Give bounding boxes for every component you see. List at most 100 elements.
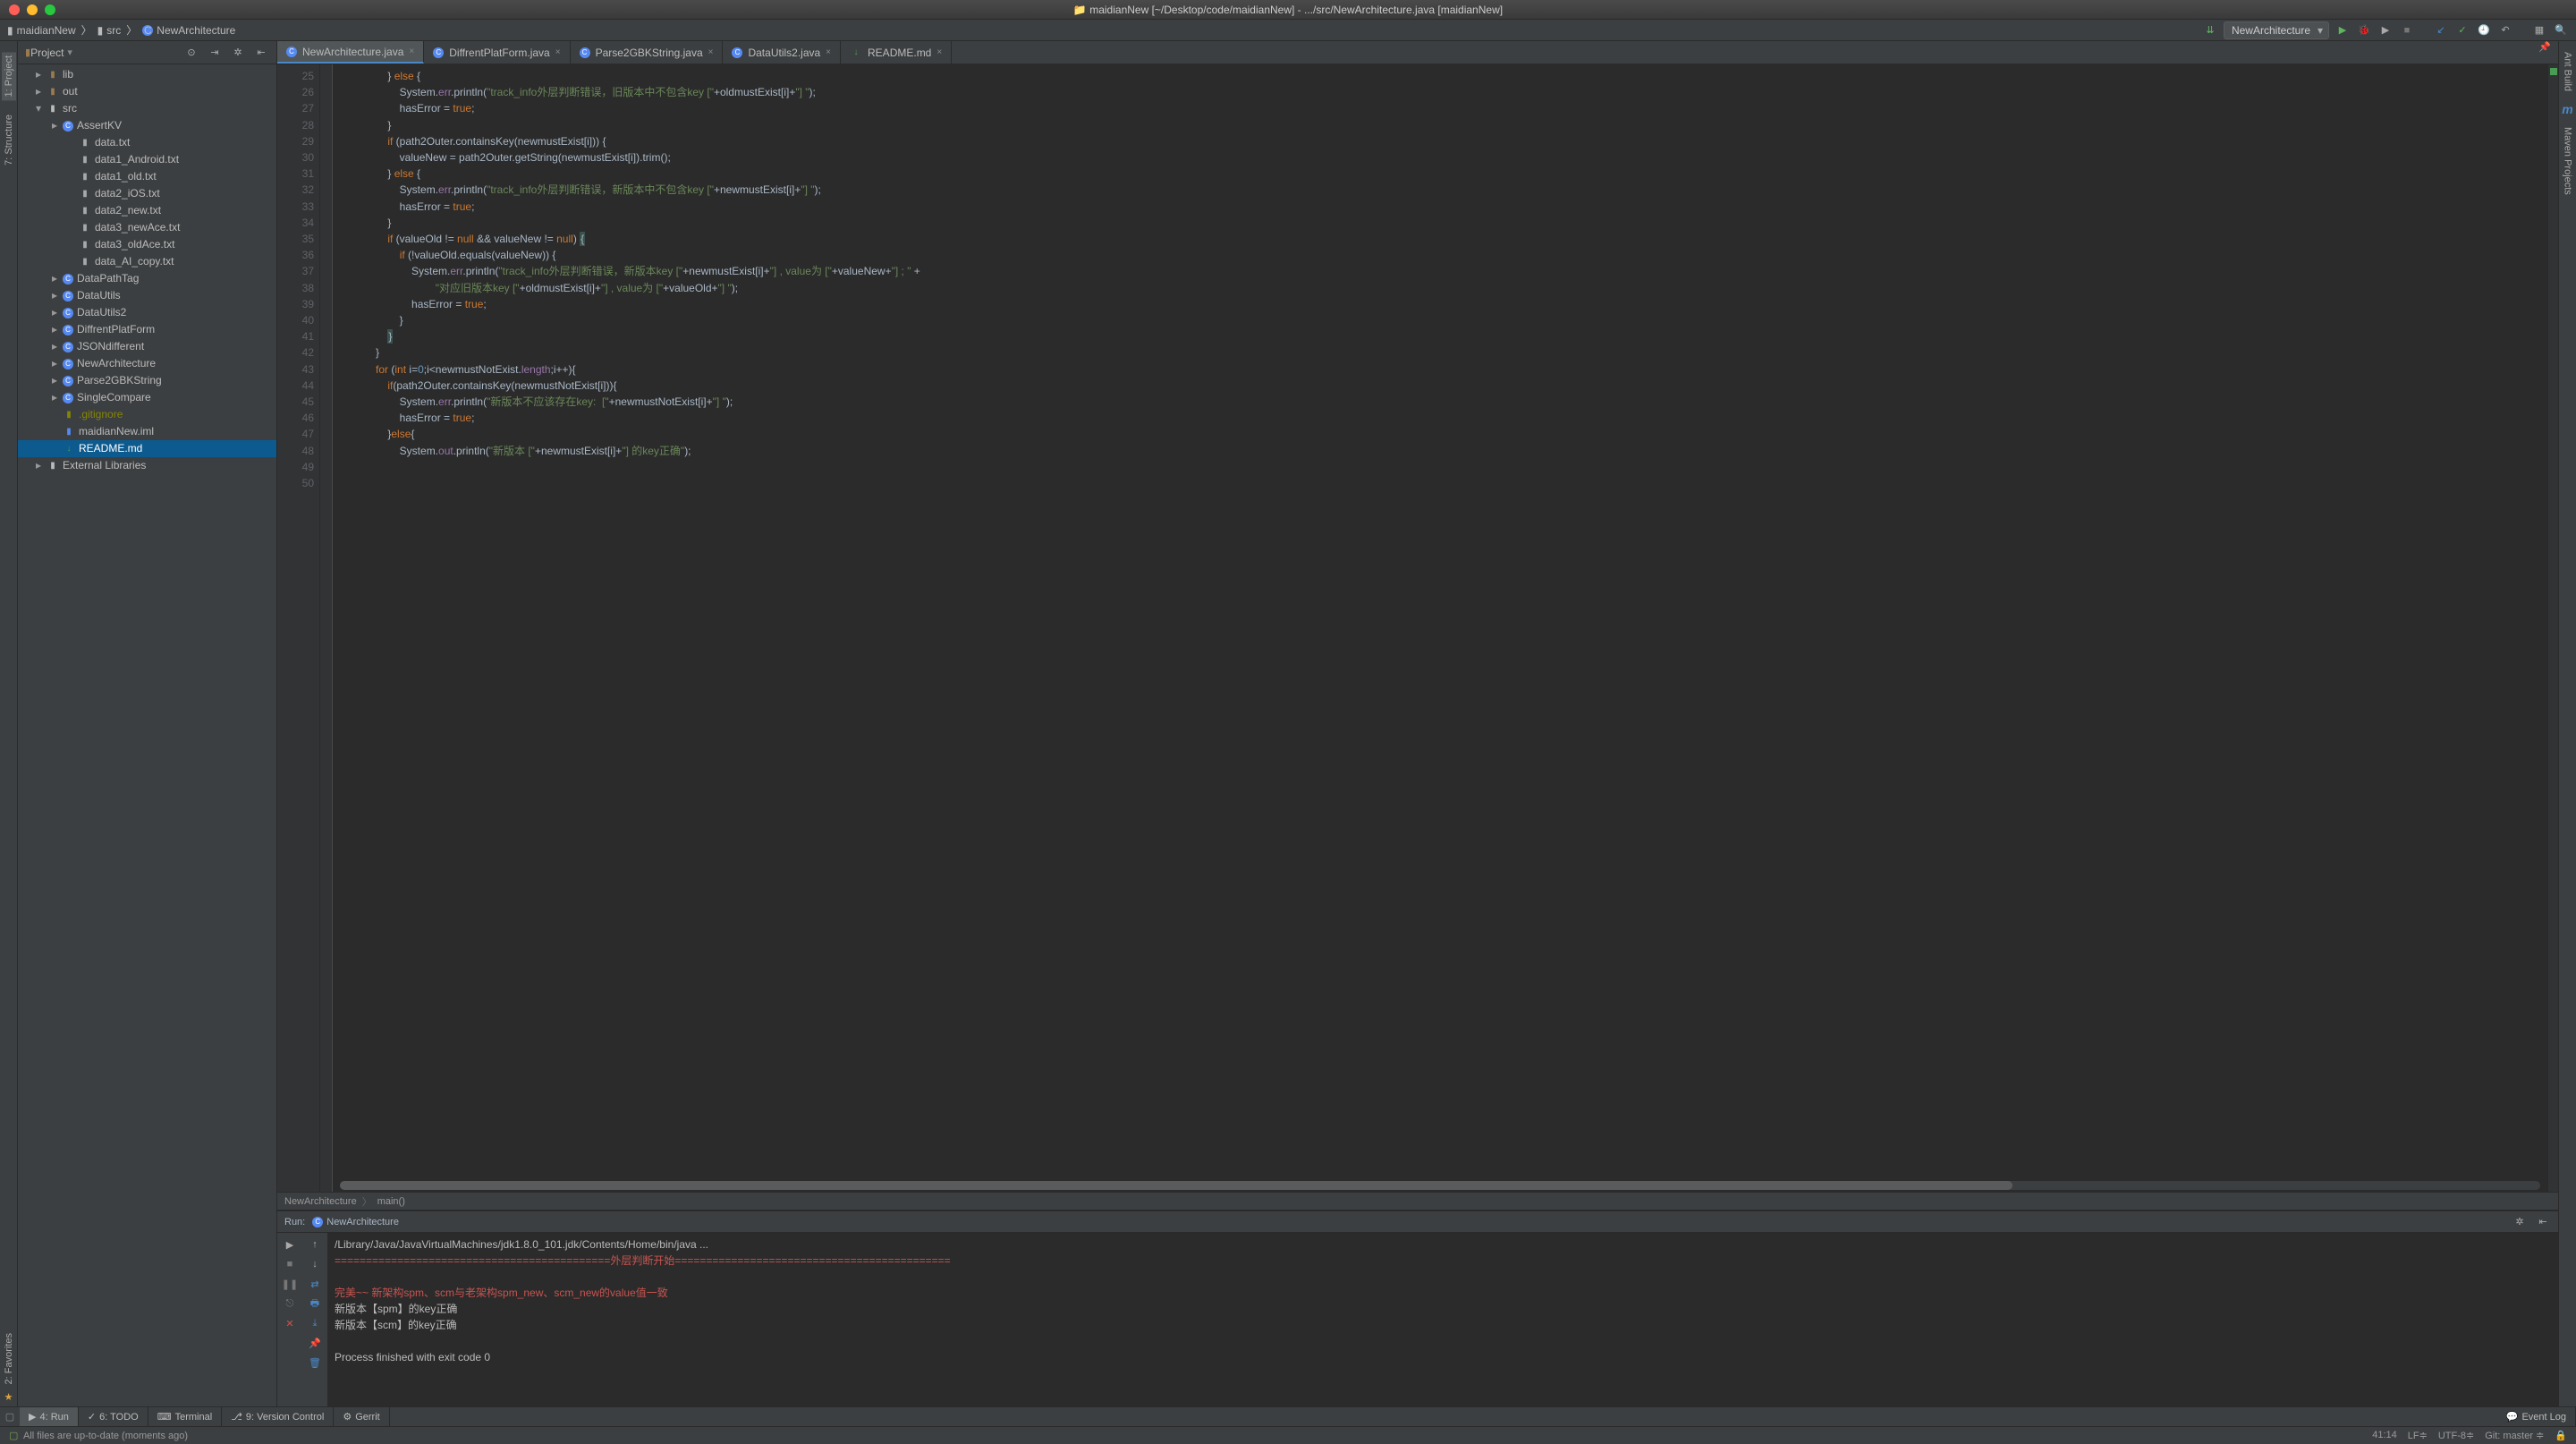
structure-icon[interactable]: ▦ [2531,22,2547,38]
close-tab-icon[interactable]: × [826,47,831,57]
editor-tab[interactable]: CDiffrentPlatForm.java× [424,41,570,64]
console-output[interactable]: /Library/Java/JavaVirtualMachines/jdk1.8… [327,1233,2558,1406]
tree-node[interactable]: ▸CDataUtils [18,287,276,304]
fold-strip[interactable] [320,64,333,1192]
wrap-icon[interactable]: ⇄ [307,1276,323,1292]
rail-structure[interactable]: 7: Structure [4,115,14,166]
close-icon[interactable]: ✕ [282,1315,298,1331]
tree-node[interactable]: ▮.gitignore [18,406,276,423]
editor-tab[interactable]: CNewArchitecture.java× [277,41,424,64]
tree-node[interactable]: ▸CAssertKV [18,117,276,134]
scroll-end-icon[interactable]: ⤓ [307,1315,323,1331]
tree-node[interactable]: ▮data1_old.txt [18,168,276,185]
tree-node[interactable]: ▸▮lib [18,66,276,83]
run-button[interactable]: ▶ [2334,22,2351,38]
bottom-tab[interactable]: ⚙Gerrit [334,1407,389,1426]
run-config-combo[interactable]: NewArchitecture [2224,21,2329,39]
hide-icon[interactable]: ⇤ [2535,1214,2551,1230]
tree-node[interactable]: ▸CSingleCompare [18,389,276,406]
marker-strip[interactable] [2547,64,2558,1192]
bottom-tab[interactable]: ✓6: TODO [79,1407,148,1426]
crumb-class[interactable]: NewArchitecture [284,1196,357,1207]
run-config-name[interactable]: NewArchitecture [326,1217,399,1227]
rail-maven[interactable]: Maven Projects [2563,127,2573,195]
code-editor[interactable]: } else { System.err.println("track_info外… [333,64,2547,1192]
tree-node[interactable]: ▸▮out [18,83,276,100]
editor-tab[interactable]: CDataUtils2.java× [723,41,841,64]
dump-icon[interactable]: ⎋ [282,1295,298,1312]
close-tab-icon[interactable]: × [936,47,942,57]
debug-button[interactable]: 🐞 [2356,22,2372,38]
tree-node[interactable]: ▮data_AI_copy.txt [18,253,276,270]
tree-node[interactable]: ▮data2_iOS.txt [18,185,276,202]
stop-button[interactable]: ■ [2399,22,2415,38]
file-encoding[interactable]: UTF-8≑ [2438,1430,2474,1441]
project-view-title[interactable]: Project [30,47,64,59]
print-icon[interactable]: 🖶 [307,1295,323,1312]
rail-ant[interactable]: Ant Build [2563,52,2573,91]
lock-icon[interactable]: 🔒 [2555,1430,2567,1441]
gear-icon[interactable]: ✲ [2512,1214,2528,1230]
rerun-button[interactable]: ▶ [282,1236,298,1253]
tree-node[interactable]: ▮data.txt [18,134,276,151]
gear-icon[interactable]: ✲ [230,45,246,61]
git-branch[interactable]: Git: master ≑ [2485,1430,2544,1441]
gutter[interactable]: 2526272829303132333435363738394041424344… [277,64,320,1192]
down-icon[interactable]: ↓ [307,1256,323,1272]
crumb-file[interactable]: NewArchitecture [157,24,235,37]
crumb-method[interactable]: main() [377,1196,405,1207]
event-log-button[interactable]: 💬Event Log [2497,1407,2576,1426]
rail-favorites[interactable]: 2: Favorites [4,1333,14,1384]
tree-node[interactable]: ▮data3_oldAce.txt [18,236,276,253]
h-scrollbar[interactable] [340,1181,2540,1190]
tree-node[interactable]: ▸CNewArchitecture [18,355,276,372]
tree-node[interactable]: ▸CParse2GBKString [18,372,276,389]
close-window-button[interactable] [9,4,20,15]
stop-button[interactable]: ■ [282,1256,298,1272]
tree-node[interactable]: ▸CDataUtils2 [18,304,276,321]
tree-node[interactable]: ▾▮src [18,100,276,117]
hide-icon[interactable]: ⇤ [253,45,269,61]
update-icon[interactable]: ↙ [2433,22,2449,38]
crumb-module[interactable]: maidianNew [17,24,76,37]
close-tab-icon[interactable]: × [708,47,714,57]
zoom-window-button[interactable] [45,4,55,15]
tree-node[interactable]: ▸CJSONdifferent [18,338,276,355]
tree-node[interactable]: ▮data1_Android.txt [18,151,276,168]
editor-tab[interactable]: ↓README.md× [841,41,952,64]
breadcrumb[interactable]: ▮ maidianNew 〉 ▮ src 〉 C NewArchitecture [7,22,235,38]
caret-position[interactable]: 41:14 [2372,1430,2397,1441]
revert-icon[interactable]: ↶ [2497,22,2513,38]
trash-icon[interactable]: 🗑 [307,1355,323,1371]
project-tree[interactable]: ▸▮lib▸▮out▾▮src▸CAssertKV▮data.txt▮data1… [18,64,276,1406]
collapse-all-icon[interactable]: ⇥ [207,45,223,61]
line-ending[interactable]: LF≑ [2408,1430,2428,1441]
tree-node[interactable]: ▸CDiffrentPlatForm [18,321,276,338]
scroll-from-source-icon[interactable]: ⊙ [183,45,199,61]
search-icon[interactable]: 🔍 [2553,22,2569,38]
coverage-button[interactable]: ▶ [2377,22,2394,38]
minimize-window-button[interactable] [27,4,38,15]
tree-node[interactable]: ↓README.md [18,440,276,457]
crumb-src[interactable]: src [106,24,121,37]
close-tab-icon[interactable]: × [555,47,561,57]
commit-icon[interactable]: ✓ [2454,22,2470,38]
menu-icon[interactable]: ▢ [0,1411,20,1423]
pause-icon[interactable]: ❚❚ [282,1276,298,1292]
bottom-tab[interactable]: ▶4: Run [20,1407,79,1426]
bottom-tab[interactable]: ⎇9: Version Control [222,1407,334,1426]
up-icon[interactable]: ↑ [307,1236,323,1253]
tree-node[interactable]: ▮maidianNew.iml [18,423,276,440]
pin-icon[interactable]: 📌 [2531,41,2558,64]
close-tab-icon[interactable]: × [409,47,414,56]
tree-node[interactable]: ▸▮External Libraries [18,457,276,474]
rail-project[interactable]: 1: Project [2,52,16,100]
clear-icon[interactable]: 📌 [307,1335,323,1351]
bottom-tab[interactable]: ⌨Terminal [148,1407,222,1426]
editor-tab[interactable]: CParse2GBKString.java× [571,41,724,64]
build-icon[interactable]: ⇊ [2202,22,2218,38]
editor-breadcrumb[interactable]: NewArchitecture 〉 main() [277,1192,2558,1210]
tree-node[interactable]: ▮data3_newAce.txt [18,219,276,236]
tree-node[interactable]: ▸CDataPathTag [18,270,276,287]
history-icon[interactable]: 🕘 [2476,22,2492,38]
